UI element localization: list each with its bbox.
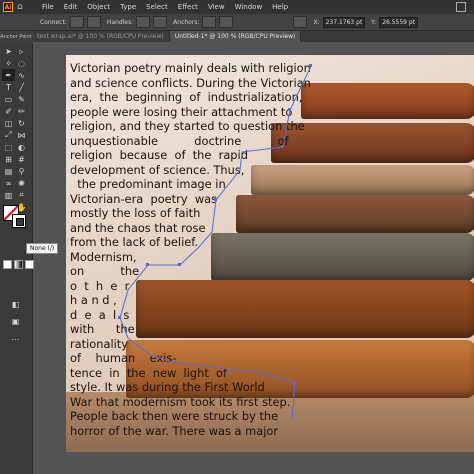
- text-line: tence in the new light of: [70, 365, 228, 380]
- book-image: [301, 83, 474, 119]
- text-line: people were losing their attachment to: [70, 104, 293, 119]
- shaper-tool-icon[interactable]: ✐: [2, 105, 15, 117]
- stroke-swatch[interactable]: [12, 214, 26, 228]
- rotate-tool-icon[interactable]: ↻: [15, 117, 28, 129]
- menu-object[interactable]: Object: [87, 3, 110, 11]
- text-line: from the lack of belief.: [70, 235, 199, 249]
- selection-tool-icon[interactable]: ➤: [2, 45, 15, 57]
- menu-select[interactable]: Select: [146, 3, 168, 11]
- align-icon[interactable]: [293, 16, 308, 28]
- x-label: X:: [313, 18, 320, 26]
- width-tool-icon[interactable]: ⋈: [15, 129, 28, 141]
- workspace-icon[interactable]: [456, 2, 466, 12]
- edit-toolbar-icon[interactable]: ⋯: [9, 333, 22, 345]
- text-line: Victorian poetry mainly deals with relig…: [70, 61, 311, 75]
- x-field[interactable]: 237.1763 pt: [322, 16, 366, 28]
- wrapped-text-block[interactable]: Victorian poetry mainly deals with relig…: [70, 61, 311, 438]
- anchors-label: Anchors:: [173, 18, 200, 26]
- pencil-tool-icon[interactable]: ✏: [15, 105, 28, 117]
- tools-panel: ➤ ▹ ✧ ◌ ✒ ∿ T ╱ ▭ ✎ ✐ ✏ ◫ ↻ ⤢ ⋈ ⬚ ◐ ⊞ # …: [0, 43, 36, 474]
- home-icon[interactable]: ⌂: [17, 2, 27, 12]
- text-line: rationality: [70, 336, 128, 351]
- text-line: the predominant image in: [70, 177, 226, 191]
- gradient-mode-icon[interactable]: [14, 260, 23, 269]
- anchor-point-label: Anchor Point: [0, 31, 32, 43]
- mesh-tool-icon[interactable]: #: [15, 153, 28, 165]
- draw-mode-icon[interactable]: ◧: [9, 298, 22, 310]
- book-image: [251, 165, 474, 195]
- shape-builder-tool-icon[interactable]: ◐: [15, 141, 28, 153]
- text-line: d e a l s: [70, 307, 130, 322]
- text-line: on the: [70, 264, 140, 278]
- text-line: development of science. Thus,: [70, 162, 245, 177]
- menu-bar: Ai ⌂ File Edit Object Type Select Effect…: [0, 0, 474, 14]
- menu-view[interactable]: View: [208, 3, 225, 11]
- text-line: era, the beginning of industrialization,: [70, 90, 303, 104]
- menu-edit[interactable]: Edit: [64, 3, 78, 11]
- text-line: unquestionable doctrine of: [70, 133, 289, 148]
- illustrator-logo: Ai: [3, 2, 13, 12]
- blend-tool-icon[interactable]: ∞: [2, 177, 15, 189]
- text-line: religion, and they started to question t…: [70, 119, 305, 133]
- fill-stroke-swatches: [3, 205, 29, 231]
- direct-selection-tool-icon[interactable]: ▹: [15, 45, 28, 57]
- perspective-grid-tool-icon[interactable]: ⊞: [2, 153, 15, 165]
- handle-hide-icon[interactable]: [153, 16, 168, 28]
- text-line: Victorian-era poetry was: [70, 191, 218, 206]
- menu-effect[interactable]: Effect: [178, 3, 198, 11]
- cut-path-icon[interactable]: [86, 16, 101, 28]
- menu-help[interactable]: Help: [272, 3, 288, 11]
- tab-untitled-1[interactable]: Untitled-1* @ 100 % (RGB/CPU Preview): [169, 31, 302, 42]
- none-mode-icon[interactable]: [25, 260, 34, 269]
- anchor-show-icon[interactable]: [202, 16, 217, 28]
- anchor-hide-icon[interactable]: [219, 16, 234, 28]
- tab-text-wrap[interactable]: text wrap.ai* @ 100 % (RGB/CPU Preview): [32, 31, 170, 42]
- text-line: with the: [70, 322, 135, 336]
- y-label: Y:: [371, 18, 377, 26]
- paintbrush-tool-icon[interactable]: ✎: [15, 93, 28, 105]
- color-mode-icon[interactable]: [3, 260, 12, 269]
- text-line: Modernism,: [70, 249, 137, 264]
- y-field[interactable]: 26.5559 pt: [379, 16, 419, 28]
- rectangle-tool-icon[interactable]: ▭: [2, 93, 15, 105]
- menu-file[interactable]: File: [42, 3, 54, 11]
- pen-tool-icon[interactable]: ✒: [2, 69, 15, 81]
- type-tool-icon[interactable]: T: [2, 81, 15, 93]
- text-line: and science conflicts. During the Victor…: [70, 75, 311, 90]
- color-mode-buttons: [3, 260, 36, 269]
- curvature-tool-icon[interactable]: ∿: [15, 69, 28, 81]
- document-tabs: text wrap.ai* @ 100 % (RGB/CPU Preview) …: [32, 31, 474, 42]
- screen-mode-icon[interactable]: ▣: [9, 315, 22, 327]
- line-tool-icon[interactable]: ╱: [15, 81, 28, 93]
- text-line: religion because of the rapid: [70, 148, 248, 162]
- text-line: People back then were struck by the: [70, 409, 279, 423]
- free-transform-tool-icon[interactable]: ⬚: [2, 141, 15, 153]
- scale-tool-icon[interactable]: ⤢: [2, 129, 15, 141]
- text-line: style. It was during the First World: [70, 380, 265, 394]
- text-line: and the chaos that rose: [70, 220, 206, 235]
- lasso-tool-icon[interactable]: ◌: [15, 57, 28, 69]
- text-line: h a n d ,: [70, 293, 117, 307]
- graph-tool-icon[interactable]: ▥: [2, 189, 15, 201]
- text-line: mostly the loss of faith: [70, 206, 201, 220]
- eraser-tool-icon[interactable]: ◫: [2, 117, 15, 129]
- magic-wand-tool-icon[interactable]: ✧: [2, 57, 15, 69]
- eyedropper-tool-icon[interactable]: ⚲: [15, 165, 28, 177]
- artboard-tool-icon[interactable]: ⌗: [15, 189, 28, 201]
- connect-label: Connect:: [40, 18, 67, 26]
- text-line: o t h e r: [70, 278, 130, 293]
- gradient-tool-icon[interactable]: ▤: [2, 165, 15, 177]
- text-line: of human exis-: [70, 351, 177, 365]
- symbol-sprayer-tool-icon[interactable]: ✺: [15, 177, 28, 189]
- control-bar: Connect: Handles: Anchors: X: 237.1763 p…: [0, 14, 474, 31]
- handles-label: Handles:: [106, 18, 134, 26]
- text-line: horror of the war. There was a major: [70, 423, 279, 438]
- menu-type[interactable]: Type: [120, 3, 136, 11]
- connect-icon[interactable]: [69, 16, 84, 28]
- text-line: War that modernism took its first step.: [70, 394, 291, 409]
- none-tooltip: None (/): [26, 243, 59, 254]
- handle-show-icon[interactable]: [136, 16, 151, 28]
- menu-window[interactable]: Window: [235, 3, 263, 11]
